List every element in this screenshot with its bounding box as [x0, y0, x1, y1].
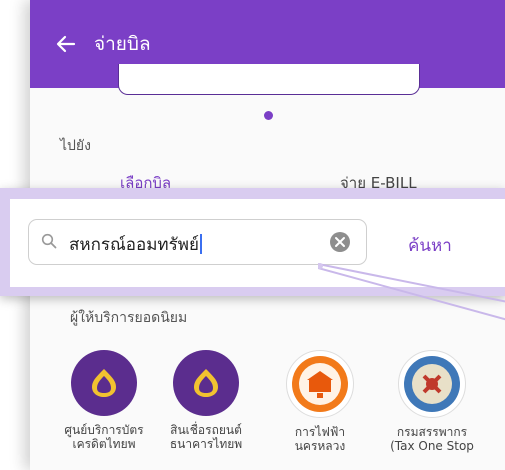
back-button[interactable]: [48, 26, 84, 62]
biller-item[interactable]: การไฟฟ้า นครหลวง: [270, 350, 370, 453]
revenue-dept-logo-icon: [398, 350, 466, 418]
popular-billers-label: ผู้ให้บริการยอดนิยม: [70, 310, 188, 326]
search-button[interactable]: ค้นหา: [408, 232, 452, 259]
biller-item[interactable]: ศูนย์บริการบัตร เครดิตไทยพ: [54, 350, 154, 451]
biller-name: การไฟฟ้า นครหลวง: [294, 425, 346, 453]
biller-item[interactable]: กรมสรรพากร (Tax One Stop: [382, 350, 482, 453]
bank-logo-icon: [173, 350, 239, 416]
zoom-pointer-lines: [318, 263, 505, 321]
biller-name: สินเชื่อรถยนต์ ธนาคารไทยพ: [169, 423, 243, 451]
biller-item[interactable]: สินเชื่อรถยนต์ ธนาคารไทยพ: [156, 350, 256, 451]
back-arrow-icon: [56, 35, 76, 53]
mea-logo-icon: [286, 350, 354, 418]
clear-search-icon[interactable]: [329, 231, 351, 253]
search-input-text: สหกรณ์ออมทรัพย์: [69, 231, 202, 258]
biller-name: กรมสรรพากร (Tax One Stop: [390, 425, 474, 453]
page-title: จ่ายบิล: [94, 33, 151, 55]
search-input[interactable]: สหกรณ์ออมทรัพย์: [28, 219, 367, 265]
biller-name: ศูนย์บริการบัตร เครดิตไทยพ: [64, 423, 144, 451]
goto-label: ไปยัง: [60, 138, 91, 154]
search-icon: [41, 233, 57, 249]
text-caret: [199, 234, 202, 254]
content-card: [118, 64, 420, 95]
page-indicator-dot: [264, 111, 273, 120]
bank-logo-icon: [71, 350, 137, 416]
